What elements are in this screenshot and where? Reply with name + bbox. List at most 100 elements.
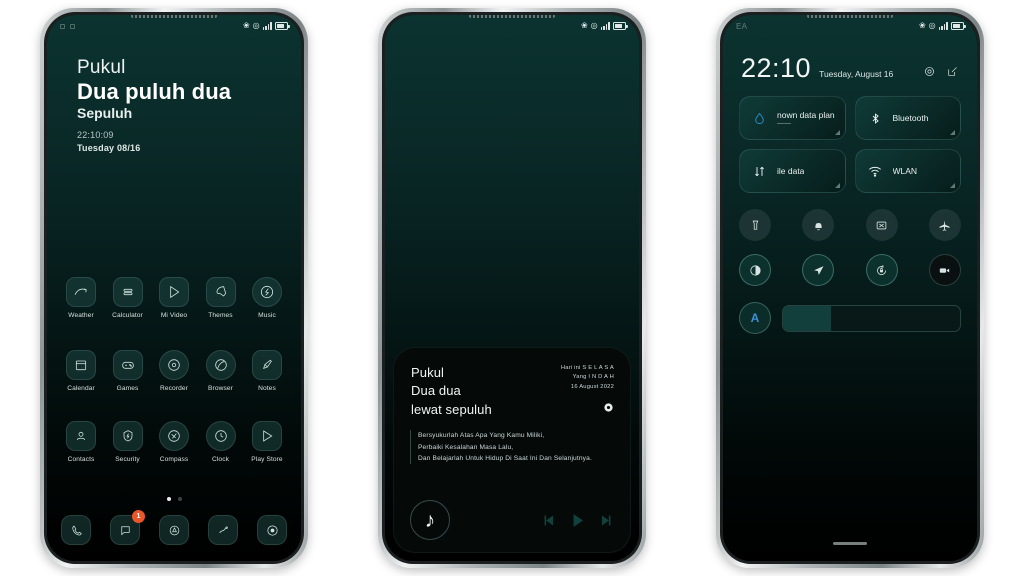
app-label: Contacts xyxy=(67,456,95,463)
app-row-3: Contacts Security Compass Clock Play Sto… xyxy=(61,421,287,463)
lyrics-footer: ♪ xyxy=(410,500,614,540)
data-plan-icon xyxy=(751,110,768,127)
tile-label: WLAN xyxy=(892,166,918,176)
app-tile xyxy=(112,277,143,307)
earpiece-grille xyxy=(131,15,217,18)
tile-bluetooth[interactable]: Bluetooth xyxy=(854,96,961,140)
screenshot-stage: ❀ ◎ Pukul Dua puluh dua Sepuluh 22:10:09… xyxy=(0,0,1024,576)
play-store-icon xyxy=(263,430,273,442)
page-indicator[interactable] xyxy=(47,497,301,501)
panel-drag-handle[interactable] xyxy=(833,542,867,545)
toggle-dark-mode[interactable] xyxy=(739,254,771,286)
gear-icon xyxy=(604,403,613,412)
app-tile xyxy=(66,350,96,380)
music-note-button[interactable]: ♪ xyxy=(410,500,450,540)
app-themes[interactable]: Themes xyxy=(201,277,241,319)
dnd-icon: ◎ xyxy=(590,21,598,30)
next-track-button[interactable] xyxy=(597,512,614,529)
quote-line-1: Bersyukurlah Atas Apa Yang Kamu Miliki, xyxy=(418,432,545,440)
battery-icon xyxy=(275,22,290,30)
clock-time: 22:10:09 xyxy=(77,129,114,140)
app-security[interactable]: Security xyxy=(108,421,148,463)
qs-header-actions xyxy=(923,65,959,82)
toggle-rotation-lock[interactable] xyxy=(865,254,898,286)
brightness-slider[interactable] xyxy=(782,304,961,332)
app-notes[interactable]: Notes xyxy=(247,350,287,392)
meta-line-1: Hari ini S E L A S A xyxy=(560,365,614,371)
app-label: Compass xyxy=(159,456,189,463)
app-music[interactable]: Music xyxy=(247,277,287,319)
play-button[interactable] xyxy=(568,511,587,530)
message-icon xyxy=(120,525,130,535)
toggle-flashlight[interactable] xyxy=(739,209,771,241)
phone-quick-settings-screen: EA ❀ ◎ 22:10 Tuesday, August 16 nown dat… xyxy=(716,8,984,568)
tile-expand-corner[interactable] xyxy=(834,130,840,135)
edit-icon[interactable] xyxy=(946,65,959,78)
app-contacts[interactable]: Contacts xyxy=(61,421,101,463)
tile-data-plan[interactable]: nown data plan —— xyxy=(739,96,846,140)
phone-icon xyxy=(71,525,82,535)
status-bar: EA ❀ ◎ xyxy=(723,15,977,37)
app-tile xyxy=(205,350,236,380)
page-dot[interactable] xyxy=(177,497,182,501)
lyrics-header: Pukul Dua dua lewat sepuluh Hari ini S E… xyxy=(410,364,614,419)
location-icon xyxy=(813,265,824,275)
tile-mobile-data[interactable]: ile data xyxy=(739,149,846,193)
app-recorder[interactable]: Recorder xyxy=(154,350,194,392)
lyrics-settings-button[interactable] xyxy=(561,402,614,413)
toggle-location[interactable] xyxy=(802,254,835,286)
tile-expand-corner[interactable] xyxy=(950,130,955,135)
bluetooth-icon: ❀ xyxy=(918,21,926,30)
dock-item-camera[interactable] xyxy=(257,515,287,545)
settings-icon[interactable] xyxy=(923,65,936,78)
app-tile xyxy=(112,421,143,451)
app-weather[interactable]: Weather xyxy=(61,277,101,319)
app-clock[interactable]: Clock xyxy=(201,421,241,463)
app-tile xyxy=(112,350,143,380)
previous-track-button[interactable] xyxy=(541,512,558,529)
flashlight-icon xyxy=(752,220,758,230)
toggle-screen-recorder[interactable] xyxy=(928,254,961,286)
phone-home-screen: ❀ ◎ Pukul Dua puluh dua Sepuluh 22:10:09… xyxy=(40,8,308,568)
app-calculator[interactable]: Calculator xyxy=(108,277,148,319)
app-games[interactable]: Games xyxy=(108,350,148,392)
app-tile xyxy=(159,277,189,307)
browser-icon xyxy=(214,359,227,371)
tile-expand-corner[interactable] xyxy=(834,183,840,188)
dock-item-phone[interactable] xyxy=(61,515,91,545)
quick-settings-header: 22:10 Tuesday, August 16 xyxy=(739,41,961,82)
page-dot-active[interactable] xyxy=(166,497,171,501)
dock-item-app-vault[interactable] xyxy=(159,515,189,545)
quote-line-2: Perbaiki Kesalahan Masa Lalu, xyxy=(418,443,514,451)
media-controls xyxy=(541,511,614,530)
bluetooth-icon: ❀ xyxy=(580,21,588,30)
compass-icon xyxy=(168,430,180,442)
app-compass[interactable]: Compass xyxy=(154,421,194,463)
app-mi-video[interactable]: Mi Video xyxy=(154,277,194,319)
status-left-icons: EA xyxy=(736,22,747,31)
bluetooth-icon: ❀ xyxy=(242,21,250,30)
app-play-store[interactable]: Play Store xyxy=(247,421,287,463)
bluetooth-icon xyxy=(867,110,884,127)
app-row-2: Calendar Games Recorder Browser Notes xyxy=(61,350,287,392)
cast-icon xyxy=(876,221,887,229)
tile-wlan[interactable]: WLAN xyxy=(854,149,961,193)
clock-widget: Pukul Dua puluh dua Sepuluh 22:10:09 Tue… xyxy=(77,57,281,153)
dock-item-messages[interactable]: 1 xyxy=(110,510,145,545)
phone2-bezel: ❀ ◎ Pukul Dua dua lewat sepuluh Hari ini… xyxy=(382,12,642,564)
camera-icon xyxy=(266,524,278,536)
contacts-icon xyxy=(76,431,86,441)
auto-brightness-button[interactable]: A xyxy=(739,302,771,334)
toggle-cast[interactable] xyxy=(865,209,898,241)
app-browser[interactable]: Browser xyxy=(201,350,241,392)
tile-expand-corner[interactable] xyxy=(950,183,955,188)
dock-item-gallery[interactable] xyxy=(208,515,238,545)
toggle-ringer[interactable] xyxy=(802,209,835,241)
app-tile xyxy=(252,421,282,451)
app-calendar[interactable]: Calendar xyxy=(61,350,101,392)
status-left-icons xyxy=(60,23,75,29)
lyrics-meta: Hari ini S E L A S A Yang I N D A H 16 A… xyxy=(561,364,614,392)
app-tile xyxy=(252,277,282,307)
toggle-airplane-mode[interactable] xyxy=(928,209,961,241)
wlan-icon xyxy=(867,163,884,180)
